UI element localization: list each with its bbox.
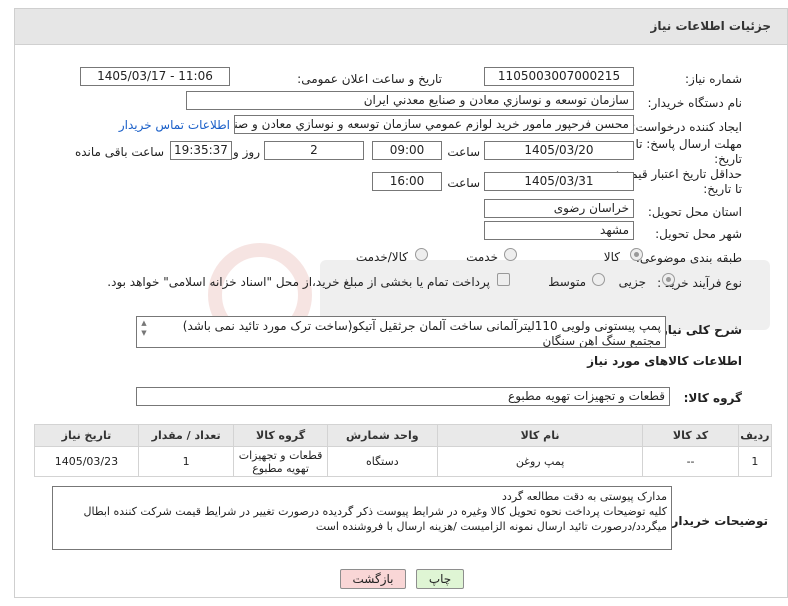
process-radio-medium[interactable] [592,273,605,286]
scroll-up-icon[interactable]: ▲ [139,319,149,327]
validity-label-line1: حداقل تاریخ اعتبار قیمت: [615,167,742,181]
deadline-date-field: 1405/03/20 [484,141,634,160]
category-option-goods-service: کالا/خدمت [355,250,408,264]
goods-group-label: گروه کالا: [683,391,742,405]
announce-label: تاریخ و ساعت اعلان عمومی: [297,72,442,86]
buyer-notes-line: میگردد/درصورت تائید ارسال نمونه الزامیست… [315,520,667,533]
col-item-code: کد کالا [642,424,739,447]
city-field: مشهد [484,221,634,240]
requester-label: ایجاد کننده درخواست: [631,120,742,134]
deadline-time-label: ساعت [447,145,480,159]
scroll-down-icon[interactable]: ▼ [139,329,149,337]
panel-header: جزئیات اطلاعات نیاز [15,9,787,45]
cell-unit: دستگاه [326,446,438,477]
buyer-notes-label: توضیحات خریدار: [666,514,768,528]
province-field: خراسان رضوی [484,199,634,218]
province-label: استان محل تحویل: [647,205,742,219]
cell-row-number: 1 [737,446,773,477]
cell-item-name: پمپ روغن [436,446,644,477]
requester-field: محسن فرحپور مامور خريد لوازم عمومي سازما… [234,115,634,134]
col-need-date: تاریخ نیاز [34,424,139,447]
need-number-label: شماره نیاز: [685,72,742,86]
cell-quantity: 1 [137,446,235,477]
items-table: ردیف کد کالا نام کالا واحد شمارش گروه کا… [34,424,773,477]
process-option-medium: متوسط [548,275,586,289]
buyer-org-field: سازمان توسعه و نوسازي معادن و صنايع معدن… [186,91,634,110]
deadline-time-field: 09:00 [372,141,442,160]
category-option-service: خدمت [466,250,498,264]
days-remaining-field: 2 [264,141,364,160]
table-row: 1 -- پمپ روغن دستگاه قطعات و تجهیزات تهو… [34,446,773,477]
deadline-label-line1: مهلت ارسال پاسخ: تا [635,137,742,151]
category-radio-goods[interactable] [630,248,643,261]
col-quantity: تعداد / مقدار [137,424,235,447]
category-radio-goods-service[interactable] [415,248,428,261]
buyer-notes-line: مدارک پیوستی به دقت مطالعه گردد [502,490,667,503]
description-textarea[interactable]: پمپ پیستونی ولویی 110لیترآلمانی ساخت آلم… [136,316,666,348]
table-header-row: ردیف کد کالا نام کالا واحد شمارش گروه کا… [34,424,773,447]
buyer-notes-line: کلیه توضیحات پرداخت نحوه تحویل کالا وغیر… [83,505,668,518]
description-line: مجتمع سنگ اهن سنگان [542,334,661,348]
col-item-name: نام کالا [436,424,644,447]
col-unit: واحد شمارش [326,424,438,447]
city-label: شهر محل تحویل: [655,227,742,241]
category-radio-service[interactable] [504,248,517,261]
goods-group-field: قطعات و تجهیزات تهویه مطبوع [136,387,670,406]
treasury-payment-checkbox[interactable] [497,273,510,286]
print-button[interactable]: چاپ [416,569,464,589]
days-label: روز و [233,145,260,159]
buyer-notes-textarea[interactable]: مدارک پیوستی به دقت مطالعه گردد کلیه توض… [52,486,672,550]
validity-label-line2: تا تاریخ: [703,182,742,196]
col-row-number: ردیف [737,424,773,447]
cell-item-code: -- [642,446,739,477]
buyer-org-label: نام دستگاه خریدار: [647,96,743,110]
buyer-contact-link[interactable]: اطلاعات تماس خریدار [119,118,230,132]
process-option-minor: جزیی [618,275,646,289]
items-section-title: اطلاعات کالاهای مورد نیاز [587,354,742,368]
category-label: طبقه بندی موضوعی: [635,251,742,265]
col-goods-group: گروه کالا [233,424,328,447]
announce-field: 1405/03/17 - 11:06 [80,67,230,86]
validity-date-field: 1405/03/31 [484,172,634,191]
deadline-label-line2: تاریخ: [714,152,742,166]
cell-need-date: 1405/03/23 [34,446,139,477]
remaining-time-field: 19:35:37 [170,141,232,160]
description-line: پمپ پیستونی ولویی 110لیترآلمانی ساخت آلم… [182,319,661,333]
need-number-field: 1105003007000215 [484,67,634,86]
back-button[interactable]: بازگشت [340,569,406,589]
validity-time-field: 16:00 [372,172,442,191]
category-option-goods: کالا [603,250,620,264]
cell-goods-group: قطعات و تجهیزات تهویه مطبوع [233,446,328,477]
validity-time-label: ساعت [447,176,480,190]
page-title: جزئیات اطلاعات نیاز [650,19,771,33]
process-radio-minor[interactable] [662,273,675,286]
description-label: شرح کلی نیاز: [656,323,742,337]
remaining-label: ساعت باقی مانده [74,145,164,159]
treasury-payment-note: پرداخت تمام یا بخشی از مبلغ خرید،از محل … [107,275,490,289]
